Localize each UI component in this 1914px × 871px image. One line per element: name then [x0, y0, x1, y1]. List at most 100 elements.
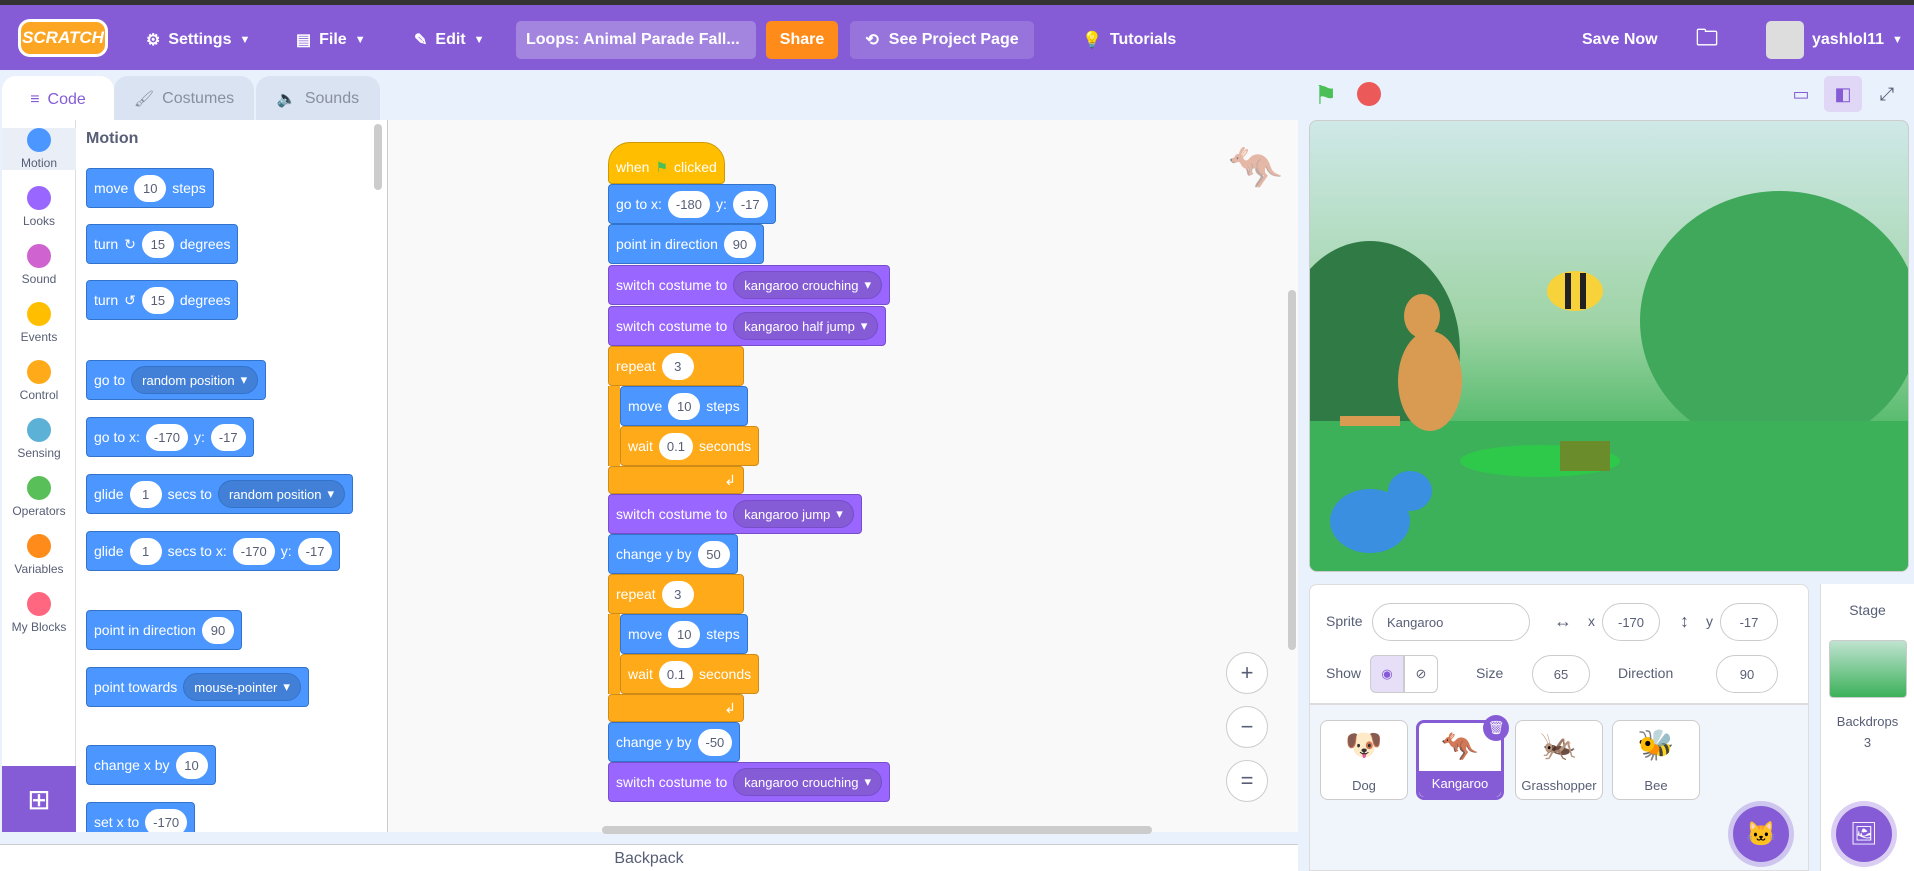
- category-motion[interactable]: Motion: [2, 128, 76, 170]
- palette-glide-block[interactable]: glide 1 secs to random position ▾: [86, 474, 353, 514]
- save-now-button[interactable]: Save Now: [1582, 10, 1658, 70]
- tab-costumes[interactable]: 🖌 Costumes: [114, 76, 254, 122]
- y-input[interactable]: -17: [297, 537, 333, 565]
- palette-move-block[interactable]: move 10 steps: [86, 168, 214, 208]
- sprite-tile-grasshopper[interactable]: 🦗 Grasshopper: [1515, 720, 1603, 800]
- x-position-input[interactable]: -170: [1602, 603, 1660, 641]
- script-wait-block[interactable]: wait 0.1 seconds: [620, 426, 760, 466]
- file-menu[interactable]: ▤ File ▼: [296, 10, 366, 70]
- x-input[interactable]: -170: [232, 537, 275, 565]
- zoom-in-button[interactable]: +: [1226, 652, 1268, 694]
- script-change-y-block[interactable]: change y by 50: [608, 534, 738, 574]
- show-hidden-button[interactable]: ⊘: [1404, 655, 1438, 693]
- category-sensing[interactable]: Sensing: [2, 418, 76, 460]
- goto-dropdown[interactable]: random position ▾: [131, 366, 259, 394]
- show-visible-button[interactable]: ◉: [1370, 655, 1404, 693]
- palette-change-x-block[interactable]: change x by 10: [86, 745, 216, 785]
- category-looks[interactable]: Looks: [2, 186, 76, 228]
- palette-scrollbar[interactable]: [374, 124, 382, 190]
- stage-canvas[interactable]: [1309, 120, 1909, 572]
- sprite-tile-kangaroo[interactable]: 🦘 Kangaroo 🗑: [1416, 715, 1509, 800]
- script-change-y-block[interactable]: change y by -50: [608, 722, 741, 762]
- palette-goto-block[interactable]: go to random position ▾: [86, 360, 267, 400]
- category-variables[interactable]: Variables: [2, 534, 76, 576]
- glide-dropdown[interactable]: random position ▾: [217, 480, 345, 508]
- normal-stage-button[interactable]: ◧: [1824, 76, 1862, 112]
- zoom-reset-button[interactable]: =: [1226, 760, 1268, 802]
- script-point-direction-block[interactable]: point in direction 90: [608, 224, 764, 264]
- secs-input[interactable]: 1: [129, 480, 162, 508]
- script-wait-block[interactable]: wait 0.1 seconds: [620, 654, 760, 694]
- workspace-vertical-scrollbar[interactable]: [1288, 290, 1296, 650]
- folder-icon[interactable]: 🗀: [1696, 10, 1718, 70]
- seconds-input[interactable]: 0.1: [658, 660, 693, 688]
- y-position-input[interactable]: -17: [1720, 603, 1778, 641]
- degrees-input[interactable]: 15: [141, 230, 174, 258]
- script-repeat-block[interactable]: repeat 3: [608, 346, 744, 386]
- when-flag-clicked-block[interactable]: when ⚑ clicked: [608, 142, 725, 184]
- script-gotoxy-block[interactable]: go to x: -180 y: -17: [608, 184, 776, 224]
- palette-glidexy-block[interactable]: glide 1 secs to x: -170 y: -17: [86, 531, 341, 571]
- palette-set-x-block[interactable]: set x to -170: [86, 802, 196, 832]
- costume-dropdown[interactable]: kangaroo jump ▾: [733, 500, 854, 528]
- degrees-input[interactable]: 15: [141, 286, 174, 314]
- scratch-logo[interactable]: SCRATCH: [18, 19, 108, 57]
- palette-gotoxy-block[interactable]: go to x: -170 y: -17: [86, 417, 254, 457]
- costume-dropdown[interactable]: kangaroo crouching ▾: [733, 768, 882, 796]
- sprite-name-input[interactable]: Kangaroo: [1372, 603, 1530, 641]
- account-menu[interactable]: yashlol11 ▼: [1766, 10, 1903, 70]
- direction-input[interactable]: 90: [723, 230, 756, 258]
- script-switch-costume-block[interactable]: switch costume to kangaroo crouching ▾: [608, 265, 890, 305]
- script-repeat-block[interactable]: repeat 3: [608, 574, 744, 614]
- direction-input[interactable]: 90: [1716, 655, 1778, 693]
- tutorials-button[interactable]: 💡 Tutorials: [1082, 10, 1176, 70]
- script-switch-costume-block[interactable]: switch costume to kangaroo jump ▾: [608, 494, 862, 534]
- set-x-input[interactable]: -170: [145, 808, 188, 832]
- palette-point-direction-block[interactable]: point in direction 90: [86, 610, 242, 650]
- x-input[interactable]: -180: [667, 190, 710, 218]
- change-y-input[interactable]: 50: [697, 540, 730, 568]
- size-input[interactable]: 65: [1532, 655, 1590, 693]
- palette-turn-left-block[interactable]: turn ↺ 15 degrees: [86, 280, 239, 320]
- stop-button[interactable]: [1357, 82, 1381, 106]
- palette-turn-right-block[interactable]: turn ↻ 15 degrees: [86, 224, 239, 264]
- sprite-tile-dog[interactable]: 🐶 Dog: [1320, 720, 1408, 800]
- category-control[interactable]: Control: [2, 360, 76, 402]
- category-operators[interactable]: Operators: [2, 476, 76, 518]
- steps-input[interactable]: 10: [134, 174, 167, 202]
- see-project-page-button[interactable]: ⟲ See Project Page: [850, 21, 1034, 59]
- delete-sprite-button[interactable]: 🗑: [1483, 715, 1509, 741]
- script-switch-costume-block[interactable]: switch costume to kangaroo crouching ▾: [608, 762, 890, 802]
- script-move-block[interactable]: move 10 steps: [620, 614, 748, 654]
- add-extension-button[interactable]: ⊞: [2, 766, 76, 832]
- category-events[interactable]: Events: [2, 302, 76, 344]
- backpack[interactable]: Backpack: [0, 844, 1298, 871]
- edit-menu[interactable]: ✎ Edit ▼: [414, 10, 485, 70]
- code-workspace[interactable]: 🦘 when ⚑ clicked go to x: -180 y: -17 point i…: [388, 120, 1298, 832]
- x-input[interactable]: -170: [145, 423, 188, 451]
- direction-input[interactable]: 90: [201, 616, 234, 644]
- change-x-input[interactable]: 10: [175, 751, 208, 779]
- tab-code[interactable]: ≡ Code: [2, 76, 114, 124]
- steps-input[interactable]: 10: [668, 620, 701, 648]
- costume-dropdown[interactable]: kangaroo half jump ▾: [733, 312, 879, 340]
- towards-dropdown[interactable]: mouse-pointer ▾: [183, 673, 301, 701]
- workspace-horizontal-scrollbar[interactable]: [602, 826, 1152, 834]
- bee-sprite[interactable]: [1547, 271, 1603, 311]
- choose-sprite-button[interactable]: 🐱: [1733, 806, 1789, 862]
- repeat-count-input[interactable]: 3: [661, 352, 694, 380]
- small-stage-button[interactable]: ▭: [1782, 76, 1820, 112]
- sprite-tile-bee[interactable]: 🐝 Bee: [1612, 720, 1700, 800]
- seconds-input[interactable]: 0.1: [658, 432, 693, 460]
- category-my-blocks[interactable]: My Blocks: [2, 592, 76, 634]
- secs-input[interactable]: 1: [129, 537, 162, 565]
- choose-backdrop-button[interactable]: 🖼: [1836, 806, 1892, 862]
- zoom-out-button[interactable]: −: [1226, 706, 1268, 748]
- fullscreen-button[interactable]: ⤢: [1868, 76, 1906, 112]
- costume-dropdown[interactable]: kangaroo crouching ▾: [733, 271, 882, 299]
- y-input[interactable]: -17: [210, 423, 246, 451]
- steps-input[interactable]: 10: [668, 392, 701, 420]
- project-title-input[interactable]: Loops: Animal Parade Fall...: [516, 21, 756, 59]
- settings-menu[interactable]: ⚙ Settings ▼: [146, 10, 250, 70]
- y-input[interactable]: -17: [732, 190, 768, 218]
